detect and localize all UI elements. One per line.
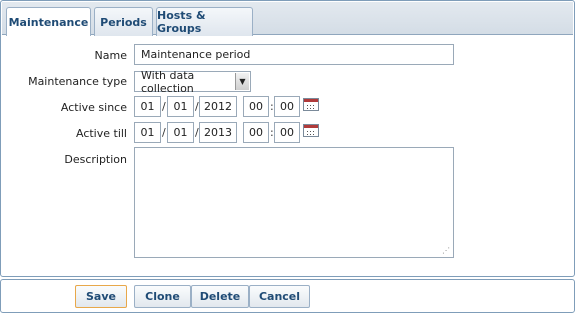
calendar-icon[interactable] bbox=[303, 124, 319, 137]
date-separator: / bbox=[162, 100, 166, 113]
active-since-minute[interactable]: 00 bbox=[274, 96, 300, 117]
delete-button[interactable]: Delete bbox=[191, 285, 249, 308]
active-since-label: Active since bbox=[60, 101, 127, 114]
active-since-year[interactable]: 2012 bbox=[199, 96, 237, 117]
cancel-button[interactable]: Cancel bbox=[249, 285, 310, 308]
calendar-icon[interactable] bbox=[303, 98, 319, 111]
active-till-hour[interactable]: 00 bbox=[243, 122, 269, 143]
tab-periods[interactable]: Periods bbox=[94, 7, 153, 36]
tab-bar: Maintenance Periods Hosts & Groups bbox=[2, 2, 573, 36]
maintenance-type-label: Maintenance type bbox=[28, 75, 127, 88]
clone-button[interactable]: Clone bbox=[134, 285, 191, 308]
form-button-bar: Save Clone Delete Cancel bbox=[0, 279, 575, 313]
maintenance-type-select[interactable]: With data collection ▼ bbox=[134, 68, 251, 95]
save-button[interactable]: Save bbox=[75, 285, 127, 308]
resize-grip-icon[interactable]: ⋰ bbox=[442, 246, 450, 255]
date-separator: / bbox=[162, 126, 166, 139]
active-till-year[interactable]: 2013 bbox=[199, 122, 237, 143]
description-label: Description bbox=[64, 153, 127, 166]
active-since-month[interactable]: 01 bbox=[167, 96, 194, 117]
name-label: Name bbox=[94, 49, 127, 62]
active-since-day[interactable]: 01 bbox=[134, 96, 161, 117]
tab-hosts-groups[interactable]: Hosts & Groups bbox=[156, 7, 253, 36]
description-textarea[interactable]: ⋰ bbox=[134, 147, 454, 258]
active-till-day[interactable]: 01 bbox=[134, 122, 161, 143]
active-till-label: Active till bbox=[75, 127, 127, 140]
name-input[interactable]: Maintenance period bbox=[134, 44, 454, 65]
tab-maintenance[interactable]: Maintenance bbox=[6, 7, 91, 36]
active-till-minute[interactable]: 00 bbox=[274, 122, 300, 143]
maintenance-type-value: With data collection bbox=[141, 68, 195, 95]
active-till-month[interactable]: 01 bbox=[167, 122, 194, 143]
chevron-down-icon[interactable]: ▼ bbox=[235, 73, 249, 90]
active-since-hour[interactable]: 00 bbox=[243, 96, 269, 117]
maintenance-form-panel: Maintenance Periods Hosts & Groups Name … bbox=[0, 0, 575, 277]
